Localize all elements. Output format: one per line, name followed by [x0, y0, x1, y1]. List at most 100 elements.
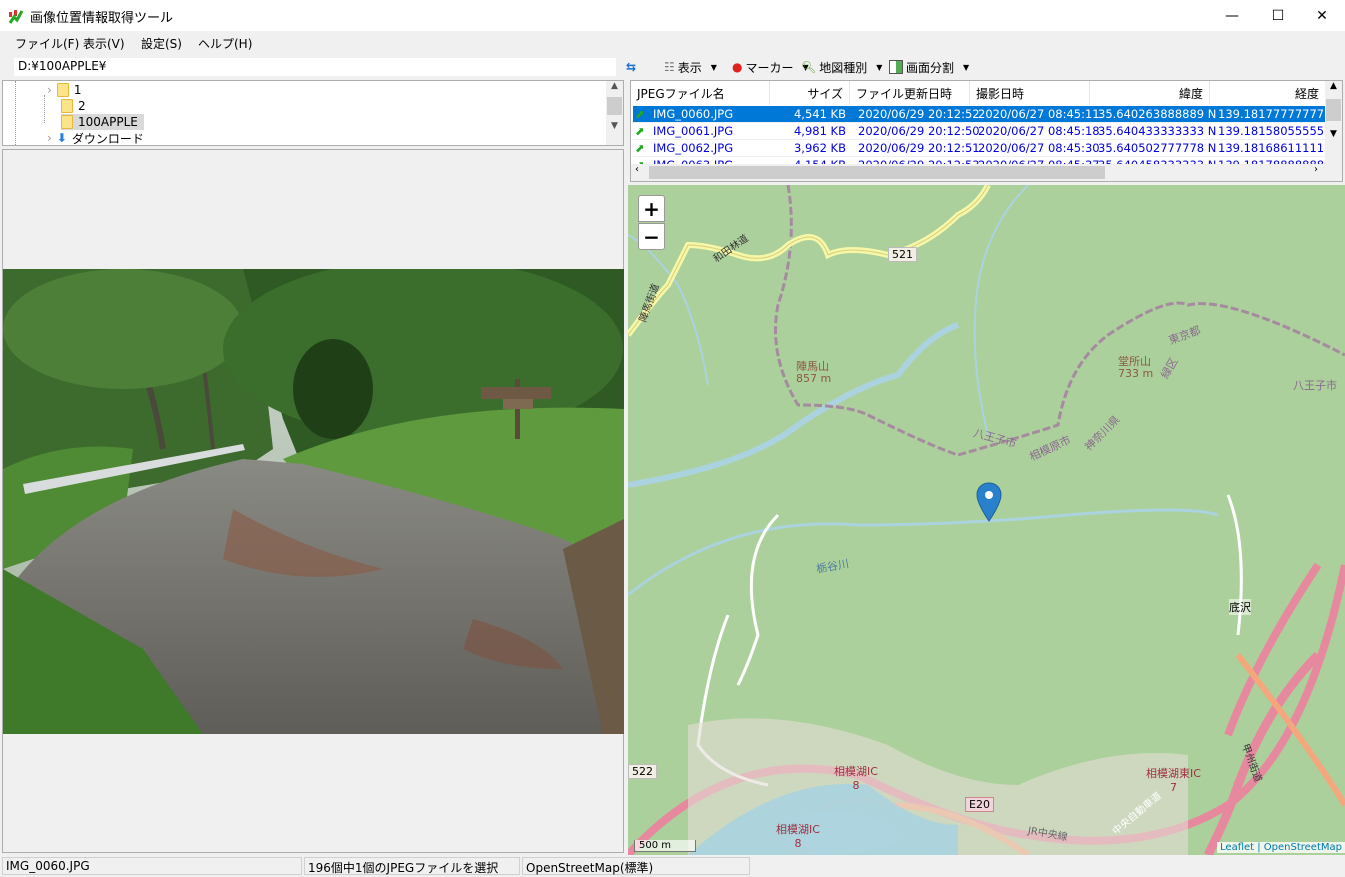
map-label-elevation: 857 m: [796, 372, 832, 385]
tree-node-2[interactable]: 2: [61, 98, 86, 114]
marker-label: マーカー: [745, 60, 794, 75]
map-label: 甲州街道: [1239, 742, 1264, 784]
zoom-out-button[interactable]: −: [638, 223, 665, 250]
column-header-modified[interactable]: ファイル更新日時: [850, 81, 970, 105]
table-cell: IMG_0060.JPG: [653, 107, 734, 121]
menu-settings[interactable]: 設定(S): [141, 35, 182, 52]
map-type-dropdown[interactable]: 🔍︎ 地図種別 ▼: [801, 58, 882, 76]
map-label: JR中央線: [1027, 825, 1069, 844]
map-label-e20: E20: [965, 797, 994, 812]
column-header-size[interactable]: サイズ: [770, 81, 850, 105]
map-label-elevation: 733 m: [1118, 367, 1154, 380]
address-toolbar: D:¥100APPLE¥: [0, 55, 626, 79]
window-title: 画像位置情報取得ツール: [30, 11, 174, 26]
status-bar: IMG_0060.JPG 196個中1個のJPEGファイルを選択 OpenStr…: [0, 855, 1345, 877]
table-cell: 4,541 KB: [793, 107, 846, 121]
list-vertical-scrollbar[interactable]: ▲ ▼: [1325, 81, 1342, 164]
menu-view[interactable]: 表示(V): [83, 35, 125, 52]
location-marker-icon[interactable]: [976, 482, 1002, 522]
map-scale: 500 m: [634, 840, 696, 852]
status-filename: IMG_0060.JPG: [2, 857, 302, 875]
map-search-icon: 🔍︎: [801, 60, 817, 74]
download-icon: ⬇: [56, 131, 67, 145]
table-cell: 139.181686111111 E: [1218, 141, 1343, 155]
chevron-down-icon: ▼: [876, 62, 883, 72]
marker-dropdown[interactable]: ● マーカー ▼: [732, 58, 809, 76]
menu-help[interactable]: ヘルプ(H): [198, 35, 252, 52]
table-cell: 2020/06/29 20:12:52: [858, 107, 980, 121]
maximize-button[interactable]: ☐: [1255, 0, 1301, 31]
close-button[interactable]: ✕: [1299, 0, 1345, 31]
tree-node-1[interactable]: › 1: [47, 82, 81, 98]
map-label-route-521: 521: [888, 247, 917, 262]
minimize-button[interactable]: —: [1209, 0, 1255, 31]
ic-name: 相模湖IC: [776, 823, 820, 836]
chevron-down-icon: ▼: [710, 62, 717, 72]
map-label: 相模原市: [1027, 433, 1073, 464]
ic-name: 相模湖東IC: [1146, 767, 1201, 780]
sync-icon[interactable]: ⇆: [626, 58, 636, 76]
zoom-in-button[interactable]: +: [638, 195, 665, 222]
ic-number: 8: [794, 837, 802, 850]
path-input[interactable]: D:¥100APPLE¥: [14, 58, 616, 76]
marker-icon: ●: [732, 60, 743, 74]
menu-bar: ファイル(F) 表示(V) 設定(S) ヘルプ(H): [0, 31, 1345, 55]
tree-label: 2: [78, 99, 86, 113]
geo-photo-icon: ⬈: [635, 107, 645, 121]
geo-photo-icon: ⬈: [635, 141, 645, 155]
list-horizontal-scrollbar[interactable]: ‹ ›: [631, 164, 1342, 181]
ic-number: 7: [1169, 781, 1177, 794]
table-cell: 35.640433333333 N: [1098, 124, 1217, 138]
table-cell: 35.640263888889 N: [1098, 107, 1217, 121]
column-header-filename[interactable]: JPEGファイル名: [631, 81, 770, 105]
folder-tree: › 1 2 100APPLE › ⬇ ダウンロード ▲ ▼: [2, 80, 624, 146]
map-label-ic: 相模湖IC 8: [834, 763, 878, 792]
column-header-longitude[interactable]: 経度: [1210, 81, 1326, 105]
map-toolbar: ⇆ ☷ 表示 ▼ ● マーカー ▼ 🔍︎ 地図種別 ▼ 画面分割 ▼: [626, 55, 1345, 79]
map-label-river: 栃谷川: [815, 557, 850, 576]
tree-scrollbar[interactable]: ▲ ▼: [606, 81, 623, 145]
split-dropdown[interactable]: 画面分割 ▼: [889, 58, 969, 76]
chevron-down-icon: ▼: [963, 62, 970, 72]
map-type-label: 地図種別: [819, 60, 868, 75]
table-cell: 2020/06/27 08:45:30: [978, 141, 1100, 155]
tree-label: 1: [73, 83, 82, 97]
map-label: 八王子市: [1293, 379, 1337, 392]
map-attribution-link[interactable]: Leaflet | OpenStreetMap: [1217, 842, 1345, 853]
map-label-place: 底沢: [1229, 599, 1251, 615]
map-label: 和田林道: [711, 233, 751, 266]
folder-icon: [56, 83, 69, 97]
view-dropdown[interactable]: ☷ 表示 ▼: [664, 58, 717, 76]
table-cell: IMG_0062.JPG: [653, 141, 734, 155]
column-header-latitude[interactable]: 緯度: [1090, 81, 1210, 105]
table-cell: 3,962 KB: [793, 141, 846, 155]
tree-node-100apple[interactable]: 100APPLE: [61, 114, 144, 130]
title-bar: 画像位置情報取得ツール — ☐ ✕: [0, 0, 1345, 31]
table-row[interactable]: ⬈ IMG_0060.JPG 4,541 KB 2020/06/29 20:12:52…: [633, 106, 1342, 123]
table-row[interactable]: ⬈ IMG_0062.JPG 3,962 KB 2020/06/29 20:12:51…: [633, 140, 1343, 157]
table-row[interactable]: ⬈ IMG_0061.JPG 4,981 KB 2020/06/29 20:12:50…: [633, 123, 1343, 140]
table-cell: 139.181580555556 E: [1218, 124, 1343, 138]
table-cell: 2020/06/27 08:45:11: [978, 107, 1100, 121]
folder-icon: [61, 115, 73, 129]
tree-label: ダウンロード: [71, 131, 144, 146]
tree-label: 100APPLE: [78, 115, 138, 129]
map-label: 陣馬街道: [637, 282, 662, 324]
column-header-taken[interactable]: 撮影日時: [970, 81, 1090, 105]
ic-number: 8: [852, 779, 860, 792]
geo-photo-icon: ⬈: [635, 124, 645, 138]
tree-node-download[interactable]: › ⬇ ダウンロード: [47, 130, 144, 146]
menu-file[interactable]: ファイル(F): [15, 35, 79, 52]
view-label: 表示: [677, 60, 702, 75]
table-cell: 2020/06/29 20:12:51: [858, 141, 980, 155]
photo-preview: [3, 269, 624, 734]
map-label: 緑区: [1158, 355, 1181, 382]
app-icon: [8, 10, 24, 24]
map-view[interactable]: + − 521 522 E20 和田林道 陣馬街道 陣馬山 857 m 堂所山 …: [628, 185, 1345, 855]
status-selection: 196個中1個のJPEGファイルを選択: [304, 857, 520, 875]
ic-name: 相模湖IC: [834, 765, 878, 778]
map-label: 中央自動車道: [1110, 790, 1164, 838]
table-cell: 2020/06/27 08:45:18: [978, 124, 1100, 138]
table-cell: 35.640502777778 N: [1098, 141, 1217, 155]
split-screen-icon: [889, 60, 903, 74]
